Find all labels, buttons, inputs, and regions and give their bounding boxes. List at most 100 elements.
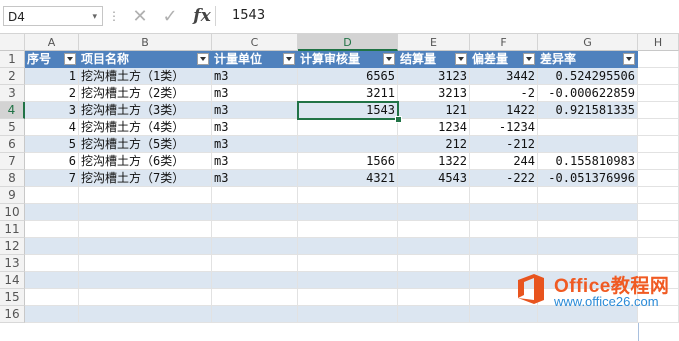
- grid-cell[interactable]: [298, 238, 398, 255]
- grid-cell[interactable]: [638, 51, 679, 68]
- grid-cell[interactable]: [638, 170, 679, 187]
- column-header-f[interactable]: F: [470, 34, 538, 51]
- table-cell[interactable]: 挖沟槽土方（7类）: [79, 170, 212, 187]
- table-cell[interactable]: m3: [212, 136, 298, 153]
- grid-cell[interactable]: [398, 204, 470, 221]
- cancel-button[interactable]: ✕: [128, 4, 152, 28]
- row-header-8[interactable]: 8: [0, 170, 25, 187]
- grid-cell[interactable]: [398, 289, 470, 306]
- grid-cell[interactable]: [79, 289, 212, 306]
- grid-cell[interactable]: [212, 255, 298, 272]
- grid-cell[interactable]: [25, 221, 79, 238]
- grid-cell[interactable]: [638, 204, 679, 221]
- table-cell[interactable]: 6: [25, 153, 79, 170]
- grid-cell[interactable]: [79, 255, 212, 272]
- table-cell[interactable]: 244: [470, 153, 538, 170]
- table-cell[interactable]: 3213: [398, 85, 470, 102]
- table-cell[interactable]: 1422: [470, 102, 538, 119]
- grid-cell[interactable]: [638, 221, 679, 238]
- filter-dropdown-button[interactable]: [383, 53, 395, 65]
- grid-cell[interactable]: [638, 187, 679, 204]
- grid-cell[interactable]: [25, 289, 79, 306]
- table-cell[interactable]: [538, 119, 638, 136]
- row-header-6[interactable]: 6: [0, 136, 25, 153]
- table-cell[interactable]: 挖沟槽土方（1类）: [79, 68, 212, 85]
- row-header-11[interactable]: 11: [0, 221, 25, 238]
- table-cell[interactable]: 挖沟槽土方（3类）: [79, 102, 212, 119]
- row-header-2[interactable]: 2: [0, 68, 25, 85]
- grid-cell[interactable]: [212, 289, 298, 306]
- row-header-14[interactable]: 14: [0, 272, 25, 289]
- table-cell[interactable]: 0.155810983: [538, 153, 638, 170]
- grid-cell[interactable]: [398, 306, 470, 323]
- filter-dropdown-button[interactable]: [283, 53, 295, 65]
- table-cell[interactable]: 4321: [298, 170, 398, 187]
- grid-cell[interactable]: [538, 238, 638, 255]
- table-cell[interactable]: m3: [212, 68, 298, 85]
- filter-dropdown-button[interactable]: [197, 53, 209, 65]
- column-header-e[interactable]: E: [398, 34, 470, 51]
- table-header-cell[interactable]: 计算审核量: [298, 51, 398, 68]
- table-header-cell[interactable]: 计量单位: [212, 51, 298, 68]
- grid-cell[interactable]: [25, 306, 79, 323]
- table-cell[interactable]: 0.921581335: [538, 102, 638, 119]
- grid-cell[interactable]: [298, 204, 398, 221]
- filter-dropdown-button[interactable]: [623, 53, 635, 65]
- table-header-cell[interactable]: 项目名称: [79, 51, 212, 68]
- table-cell[interactable]: 0.524295506: [538, 68, 638, 85]
- grid-cell[interactable]: [638, 136, 679, 153]
- grid-cell[interactable]: [398, 255, 470, 272]
- table-cell[interactable]: 212: [398, 136, 470, 153]
- table-cell[interactable]: 1566: [298, 153, 398, 170]
- column-header-a[interactable]: A: [25, 34, 79, 51]
- row-header-13[interactable]: 13: [0, 255, 25, 272]
- row-header-5[interactable]: 5: [0, 119, 25, 136]
- grid-cell[interactable]: [398, 272, 470, 289]
- table-cell[interactable]: 挖沟槽土方（6类）: [79, 153, 212, 170]
- grid-cell[interactable]: [212, 204, 298, 221]
- grid-cell[interactable]: [25, 272, 79, 289]
- table-cell[interactable]: 1234: [398, 119, 470, 136]
- name-box[interactable]: D4 ▾: [3, 6, 103, 26]
- grid-cell[interactable]: [79, 187, 212, 204]
- grid-cell[interactable]: [212, 221, 298, 238]
- table-cell[interactable]: m3: [212, 170, 298, 187]
- row-header-1[interactable]: 1: [0, 51, 25, 68]
- table-cell[interactable]: 挖沟槽土方（2类）: [79, 85, 212, 102]
- table-cell[interactable]: -2: [470, 85, 538, 102]
- grid-cell[interactable]: [79, 306, 212, 323]
- grid-cell[interactable]: [212, 187, 298, 204]
- table-cell[interactable]: m3: [212, 102, 298, 119]
- grid-cell[interactable]: [470, 204, 538, 221]
- table-cell[interactable]: 4543: [398, 170, 470, 187]
- grid-cell[interactable]: [470, 187, 538, 204]
- table-cell[interactable]: m3: [212, 153, 298, 170]
- grid-cell[interactable]: [638, 85, 679, 102]
- grid-cell[interactable]: [298, 221, 398, 238]
- more-options-icon[interactable]: ⋮: [108, 9, 120, 23]
- grid-cell[interactable]: [25, 187, 79, 204]
- formula-input[interactable]: 1543: [232, 6, 265, 26]
- grid-cell[interactable]: [79, 272, 212, 289]
- table-header-cell[interactable]: 序号: [25, 51, 79, 68]
- table-cell[interactable]: 2: [25, 85, 79, 102]
- table-cell[interactable]: [538, 136, 638, 153]
- grid-cell[interactable]: [398, 187, 470, 204]
- grid-cell[interactable]: [298, 306, 398, 323]
- table-cell[interactable]: -1234: [470, 119, 538, 136]
- grid-cell[interactable]: [298, 255, 398, 272]
- grid-cell[interactable]: [298, 289, 398, 306]
- row-header-7[interactable]: 7: [0, 153, 25, 170]
- table-cell[interactable]: -0.000622859: [538, 85, 638, 102]
- table-cell[interactable]: -0.051376996: [538, 170, 638, 187]
- table-header-cell[interactable]: 差异率: [538, 51, 638, 68]
- chevron-down-icon[interactable]: ▾: [92, 7, 97, 27]
- table-cell[interactable]: 7: [25, 170, 79, 187]
- table-cell[interactable]: 121: [398, 102, 470, 119]
- column-header-g[interactable]: G: [538, 34, 638, 51]
- table-cell[interactable]: [298, 119, 398, 136]
- grid-cell[interactable]: [79, 238, 212, 255]
- enter-button[interactable]: ✓: [158, 4, 182, 28]
- grid-cell[interactable]: [398, 238, 470, 255]
- row-header-10[interactable]: 10: [0, 204, 25, 221]
